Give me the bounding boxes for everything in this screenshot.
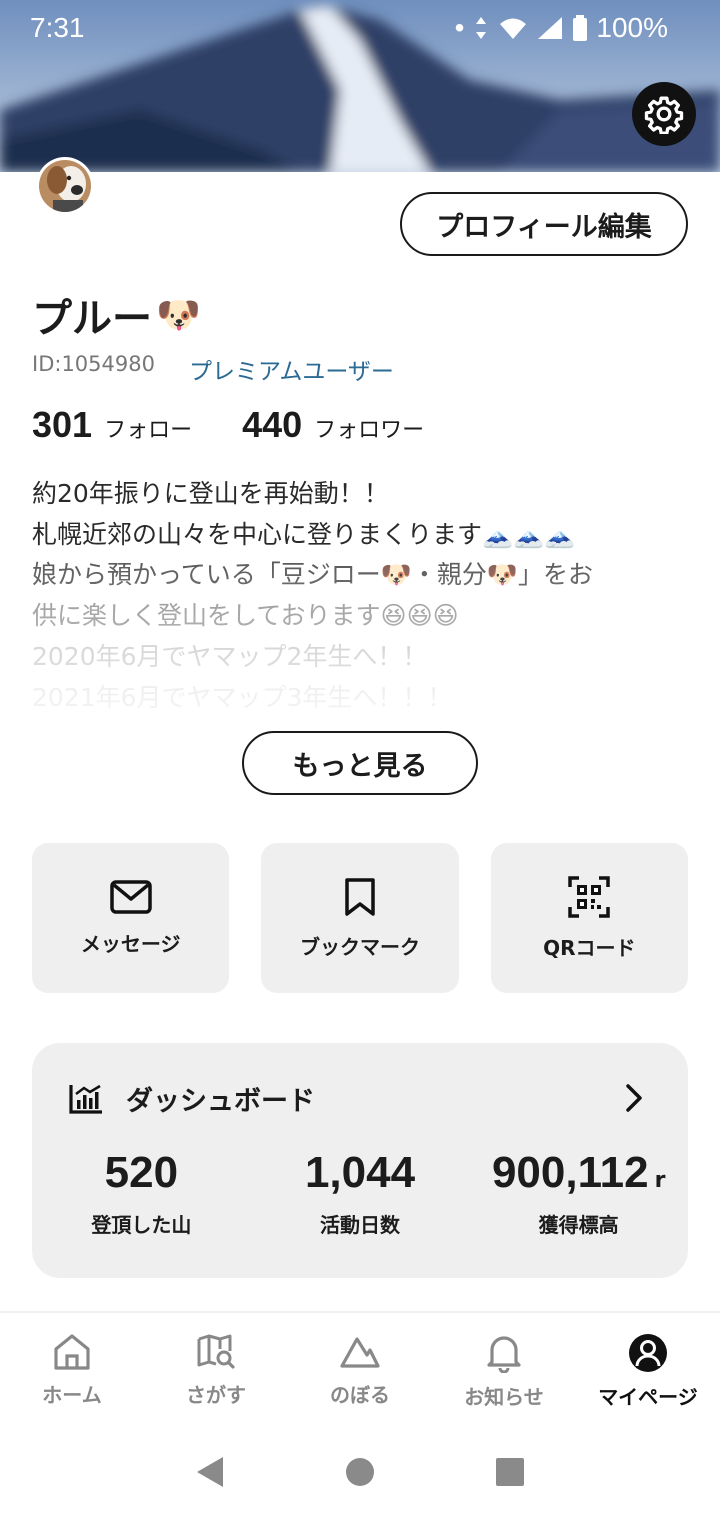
tab-label: さがす xyxy=(186,1383,246,1407)
edit-profile-button[interactable]: プロフィール編集 xyxy=(400,192,688,256)
tab-label: のぼる xyxy=(330,1383,390,1407)
home-circle-icon xyxy=(346,1458,374,1486)
home-button[interactable] xyxy=(345,1457,375,1491)
stat-value: 520 xyxy=(104,1148,179,1197)
stat-activity-days: 1,044 活動日数 xyxy=(251,1143,470,1238)
dot-icon: • xyxy=(454,12,465,43)
bio-line: 供に楽しく登山をしております😆😆😆 xyxy=(32,601,459,631)
stat-label: 獲得標高 xyxy=(538,1213,619,1237)
recents-square-icon xyxy=(496,1458,524,1486)
battery-percent: 100% xyxy=(596,12,668,43)
follow-label[interactable]: フォロー xyxy=(104,412,192,444)
shortcut-tiles: メッセージ ブックマーク QRコード xyxy=(32,843,688,993)
profile-bio: 約20年振りに登山を再始動！！ 札幌近郊の山々を中心に登りまくります🗻🗻🗻 娘か… xyxy=(32,474,692,718)
follow-stats: 301 フォロー 440 フォロワー xyxy=(32,404,474,446)
data-transfer-icon xyxy=(476,17,487,39)
stat-unit: r xyxy=(654,1168,666,1193)
tab-home[interactable]: ホーム xyxy=(0,1313,144,1423)
bio-line: 2020年6月でヤマップ2年生へ！！ xyxy=(32,641,428,671)
tab-mypage[interactable]: マイページ xyxy=(576,1313,720,1423)
bookmark-icon xyxy=(345,877,375,916)
avatar[interactable] xyxy=(36,157,94,215)
stat-summits: 520 登頂した山 xyxy=(32,1143,251,1238)
tab-label: ホーム xyxy=(42,1383,102,1407)
follower-count[interactable]: 440 xyxy=(242,404,302,446)
home-icon xyxy=(54,1334,90,1370)
follow-count[interactable]: 301 xyxy=(32,404,92,446)
bookmark-tile[interactable]: ブックマーク xyxy=(261,843,459,993)
signal-icon xyxy=(538,17,563,39)
chevron-right-icon xyxy=(626,1084,642,1112)
gear-icon xyxy=(644,96,684,134)
stat-elevation: 900,112 r 獲得標高 xyxy=(469,1143,688,1238)
tab-notifications[interactable]: お知らせ xyxy=(432,1313,576,1423)
mail-icon xyxy=(109,879,152,914)
recents-button[interactable] xyxy=(495,1457,525,1491)
bell-icon xyxy=(487,1336,521,1373)
map-search-icon xyxy=(197,1334,235,1369)
wifi-icon xyxy=(500,18,527,39)
qr-code-tile[interactable]: QRコード xyxy=(490,843,688,993)
bottom-tab-bar: ホーム さがす のぼる お知らせ マイページ xyxy=(0,1313,720,1423)
bio-line: 娘から預かっている「豆ジロー🐶・親分🐶」をお xyxy=(32,560,594,590)
profile-meta: ID:1054980 プレミアムユーザー xyxy=(32,352,394,386)
user-icon xyxy=(629,1334,667,1372)
back-button[interactable] xyxy=(195,1455,225,1493)
tile-label: QRコード xyxy=(543,935,636,960)
bio-line: 約20年振りに登山を再始動！！ xyxy=(32,479,389,508)
tab-label: マイページ xyxy=(598,1385,698,1409)
chart-icon xyxy=(69,1084,102,1114)
dashboard-card[interactable]: ダッシュボード 520 登頂した山 1,044 活動日数 900,112 r 獲得… xyxy=(32,1043,688,1278)
dashboard-header: ダッシュボード xyxy=(68,1079,315,1118)
tab-climb[interactable]: のぼる xyxy=(288,1313,432,1423)
stat-value: 1,044 xyxy=(304,1148,416,1197)
premium-badge[interactable]: プレミアムユーザー xyxy=(189,352,394,386)
system-navigation-bar xyxy=(0,1428,720,1520)
stat-value: 900,112 xyxy=(491,1148,649,1197)
dog-emoji-icon: 🐶 xyxy=(156,295,201,336)
bio-line: 札幌近郊の山々を中心に登りまくります🗻🗻🗻 xyxy=(32,519,576,549)
header-banner: 7:31 • 100% xyxy=(0,0,720,172)
tile-label: ブックマーク xyxy=(299,934,420,959)
profile-name: プルー 🐶 xyxy=(32,286,201,344)
tile-label: メッセージ xyxy=(80,931,181,956)
follower-label[interactable]: フォロワー xyxy=(314,412,424,444)
status-icons: • 100% xyxy=(455,12,668,44)
dashboard-title: ダッシュボード xyxy=(126,1086,315,1117)
tab-search[interactable]: さがす xyxy=(144,1313,288,1423)
dog-avatar-image xyxy=(39,160,91,212)
stat-label: 活動日数 xyxy=(320,1213,400,1237)
mountain-icon xyxy=(340,1337,380,1368)
show-more-button[interactable]: もっと見る xyxy=(242,731,478,795)
dashboard-stats: 520 登頂した山 1,044 活動日数 900,112 r 獲得標高 xyxy=(32,1143,688,1238)
message-tile[interactable]: メッセージ xyxy=(32,843,230,993)
battery-icon xyxy=(573,15,588,41)
tab-label: お知らせ xyxy=(464,1385,544,1409)
back-triangle-icon xyxy=(197,1457,223,1487)
qr-code-icon xyxy=(568,875,611,918)
user-id: ID:1054980 xyxy=(32,352,155,376)
status-time: 7:31 xyxy=(30,12,85,43)
bio-line: 2021年6月でヤマップ3年生へ！！！ xyxy=(32,682,453,712)
status-bar: 7:31 • 100% xyxy=(0,0,720,58)
stat-label: 登頂した山 xyxy=(91,1213,192,1237)
settings-button[interactable] xyxy=(632,82,696,146)
profile-name-text: プルー xyxy=(32,296,152,342)
